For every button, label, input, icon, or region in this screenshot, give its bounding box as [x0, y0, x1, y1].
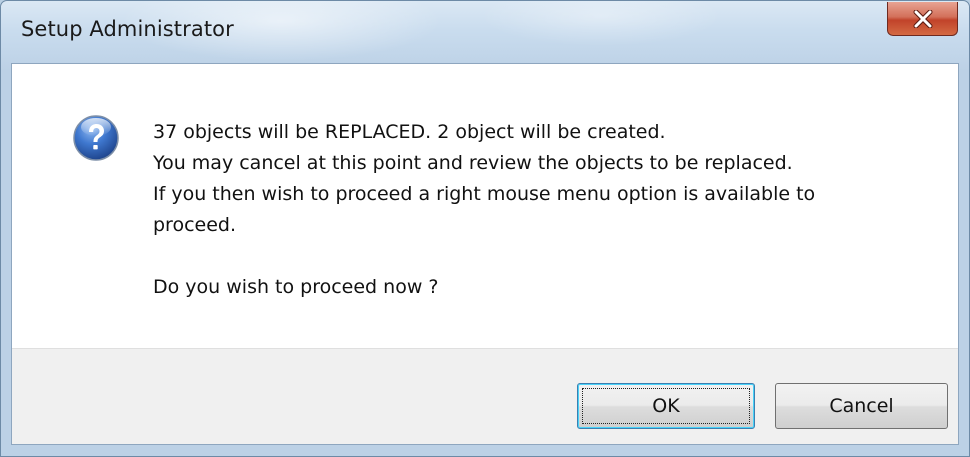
button-bar: OK Cancel [12, 348, 958, 444]
dialog-client-area: 37 objects will be REPLACED. 2 object wi… [11, 63, 959, 445]
message-line: You may cancel at this point and review … [153, 152, 793, 174]
cancel-button-label: Cancel [829, 395, 894, 417]
title-bar[interactable]: Setup Administrator [1, 1, 969, 63]
message-line: 37 objects will be REPLACED. 2 object wi… [153, 121, 666, 143]
prompt-text: Do you wish to proceed now ? [153, 276, 439, 298]
cancel-button[interactable]: Cancel [775, 383, 948, 429]
question-icon [72, 114, 120, 162]
dialog-message: 37 objects will be REPLACED. 2 object wi… [153, 117, 913, 303]
close-button[interactable] [887, 2, 958, 36]
ok-button-label: OK [652, 395, 680, 417]
message-line: proceed. [153, 214, 237, 236]
message-line: If you then wish to proceed a right mous… [153, 183, 816, 205]
message-area: 37 objects will be REPLACED. 2 object wi… [12, 64, 958, 348]
close-x-icon [912, 9, 934, 28]
ok-button[interactable]: OK [577, 383, 755, 429]
message-spacer [153, 241, 913, 272]
dialog-window: Setup Administrator 37 objects will be R… [0, 0, 970, 457]
window-title: Setup Administrator [21, 17, 234, 41]
